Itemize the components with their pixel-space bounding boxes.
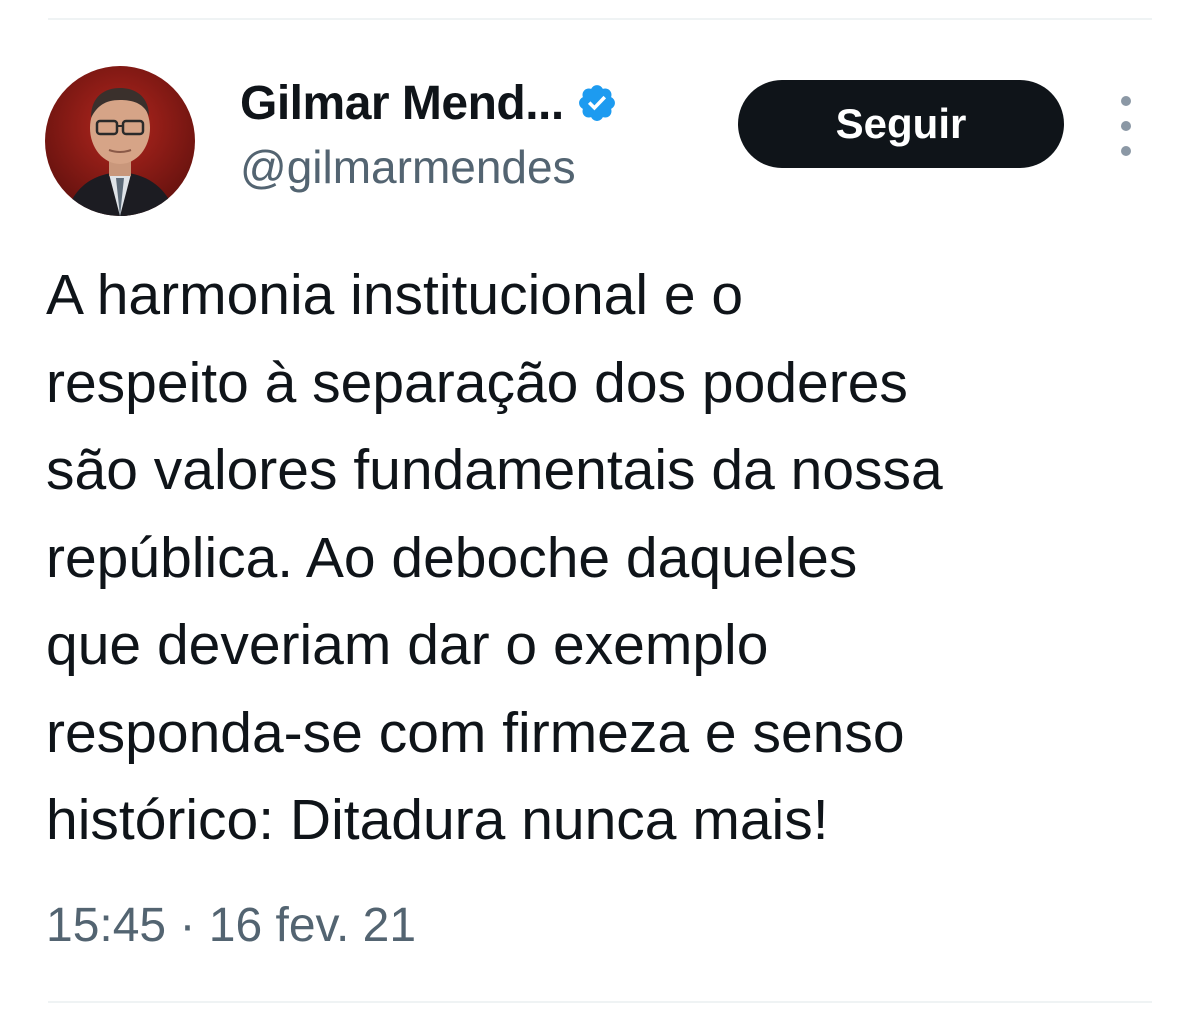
tweet-text-line: responda-se com firmeza e senso: [46, 700, 905, 765]
more-vertical-icon[interactable]: [1106, 96, 1146, 156]
author-name-row[interactable]: Gilmar Mend...: [240, 72, 622, 134]
tweet-timestamp[interactable]: 15:45 · 16 fev. 21: [46, 898, 416, 953]
bottom-divider: [48, 1001, 1152, 1003]
verified-badge-icon: [576, 80, 622, 126]
follow-button[interactable]: Seguir: [738, 80, 1064, 168]
display-name[interactable]: Gilmar Mend...: [240, 76, 564, 131]
tweet-text-line: respeito à separação dos poderes: [46, 350, 908, 415]
more-dot: [1121, 146, 1131, 156]
avatar[interactable]: [45, 66, 195, 216]
tweet-text-line: A harmonia institucional e o: [46, 263, 744, 327]
tweet-text: A harmonia institucional e o respeito à …: [46, 252, 1156, 865]
tweet-text-line: são valores fundamentais da nossa: [46, 438, 943, 502]
avatar-photo: [45, 66, 195, 216]
user-handle[interactable]: @gilmarmendes: [240, 140, 576, 194]
tweet-text-line: que deveriam dar o exemplo: [46, 613, 769, 677]
tweet-text-line: república. Ao deboche daqueles: [46, 525, 858, 590]
more-dot: [1121, 96, 1131, 106]
more-dot: [1121, 121, 1131, 131]
top-divider: [48, 18, 1152, 20]
tweet-text-line: histórico: Ditadura nunca mais!: [46, 788, 829, 852]
